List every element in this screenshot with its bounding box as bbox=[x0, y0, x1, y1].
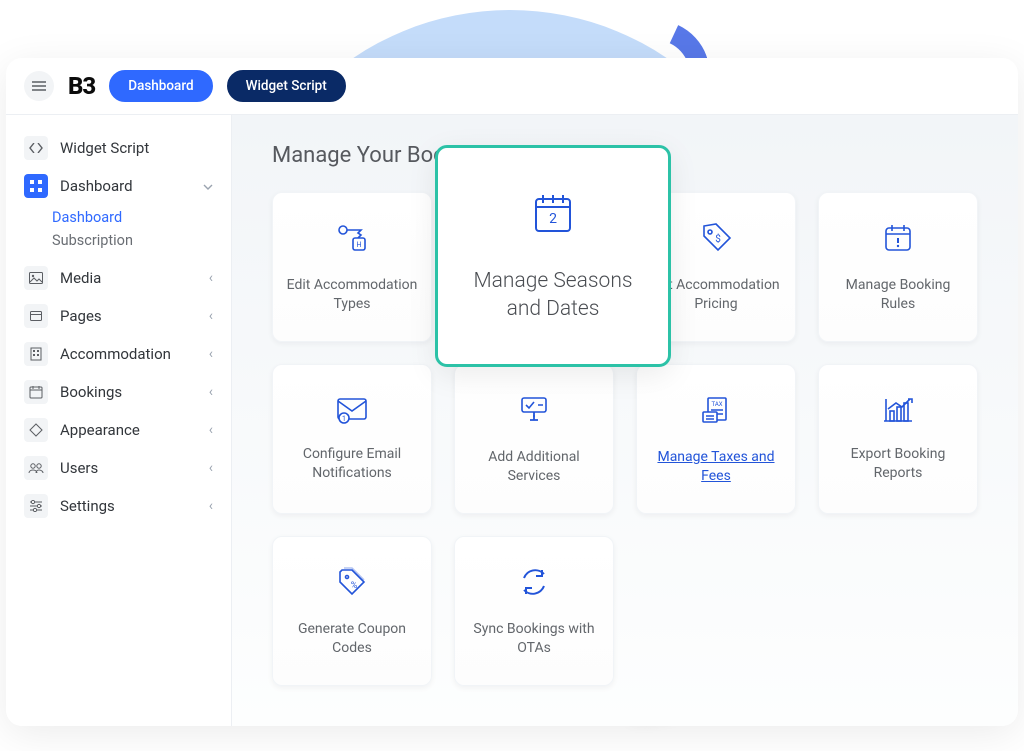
calendar-alert-icon bbox=[880, 220, 916, 260]
chevron-left-icon: ‹ bbox=[209, 498, 213, 514]
checklist-icon bbox=[516, 392, 552, 432]
card-manage-seasons-dates[interactable]: 2 Manage Seasons and Dates bbox=[435, 145, 671, 367]
sidebar-sub-subscription[interactable]: Subscription bbox=[52, 232, 221, 249]
card-generate-coupon-codes[interactable]: % Generate Coupon Codes bbox=[272, 536, 432, 686]
card-label: Manage Taxes and Fees bbox=[645, 448, 787, 486]
dashboard-tab-button[interactable]: Dashboard bbox=[109, 70, 212, 102]
card-label: Edit Accommodation Types bbox=[281, 276, 423, 314]
sidebar-item-label: Users bbox=[60, 459, 197, 477]
hamburger-icon bbox=[32, 81, 46, 91]
image-icon bbox=[24, 266, 48, 290]
logo: B3 bbox=[68, 72, 95, 100]
sidebar-item-label: Media bbox=[60, 269, 197, 287]
menu-toggle-button[interactable] bbox=[24, 71, 54, 101]
sidebar-item-label: Pages bbox=[60, 307, 197, 325]
chevron-left-icon: ‹ bbox=[209, 346, 213, 362]
chart-icon bbox=[880, 395, 916, 429]
sidebar-item-label: Widget Script bbox=[60, 139, 213, 157]
envelope-icon: 1 bbox=[334, 395, 370, 429]
calendar-icon bbox=[24, 380, 48, 404]
grid-icon bbox=[24, 174, 48, 198]
svg-text:$: $ bbox=[715, 232, 721, 245]
sidebar-item-dashboard[interactable]: Dashboard bbox=[16, 167, 221, 205]
card-edit-accommodation-types[interactable]: H Edit Accommodation Types bbox=[272, 192, 432, 342]
diamond-icon bbox=[24, 418, 48, 442]
sliders-icon bbox=[24, 494, 48, 518]
price-tag-icon: $ bbox=[698, 220, 734, 260]
chevron-left-icon: ‹ bbox=[209, 422, 213, 438]
card-configure-email-notifications[interactable]: 1 Configure Email Notifications bbox=[272, 364, 432, 514]
key-tag-icon: H bbox=[334, 220, 370, 260]
sidebar-item-accommodation[interactable]: Accommodation ‹ bbox=[16, 335, 221, 373]
sidebar-item-bookings[interactable]: Bookings ‹ bbox=[16, 373, 221, 411]
sidebar-item-users[interactable]: Users ‹ bbox=[16, 449, 221, 487]
sidebar-item-appearance[interactable]: Appearance ‹ bbox=[16, 411, 221, 449]
svg-text:2: 2 bbox=[549, 211, 557, 227]
sync-icon bbox=[516, 564, 552, 604]
sidebar-item-widget-script[interactable]: Widget Script bbox=[16, 129, 221, 167]
card-manage-booking-rules[interactable]: Manage Booking Rules bbox=[818, 192, 978, 342]
calendar-date-icon: 2 bbox=[529, 189, 577, 241]
page-icon bbox=[24, 304, 48, 328]
sidebar: Widget Script Dashboard Dashboard Subscr… bbox=[6, 115, 232, 726]
code-icon bbox=[24, 136, 48, 160]
svg-text:H: H bbox=[357, 241, 362, 249]
sidebar-subitems: Dashboard Subscription bbox=[52, 209, 221, 249]
svg-text:TAX: TAX bbox=[711, 401, 722, 408]
topbar: B3 Dashboard Widget Script bbox=[6, 58, 1018, 115]
sidebar-item-label: Appearance bbox=[60, 421, 197, 439]
card-label: Manage Booking Rules bbox=[827, 276, 969, 314]
tax-receipt-icon: TAX bbox=[698, 392, 734, 432]
sidebar-item-label: Settings bbox=[60, 497, 197, 515]
sidebar-item-pages[interactable]: Pages ‹ bbox=[16, 297, 221, 335]
chevron-left-icon: ‹ bbox=[209, 384, 213, 400]
chevron-down-icon bbox=[203, 178, 213, 194]
widget-script-tab-button[interactable]: Widget Script bbox=[227, 70, 346, 102]
sidebar-sub-dashboard[interactable]: Dashboard bbox=[52, 209, 221, 226]
card-manage-taxes-fees[interactable]: TAX Manage Taxes and Fees bbox=[636, 364, 796, 514]
chevron-left-icon: ‹ bbox=[209, 270, 213, 286]
card-label: Export Booking Reports bbox=[827, 445, 969, 483]
chevron-left-icon: ‹ bbox=[209, 308, 213, 324]
sidebar-item-settings[interactable]: Settings ‹ bbox=[16, 487, 221, 525]
card-export-booking-reports[interactable]: Export Booking Reports bbox=[818, 364, 978, 514]
sidebar-item-media[interactable]: Media ‹ bbox=[16, 259, 221, 297]
building-icon bbox=[24, 342, 48, 366]
card-sync-bookings-otas[interactable]: Sync Bookings with OTAs bbox=[454, 536, 614, 686]
card-label: Generate Coupon Codes bbox=[281, 620, 423, 658]
sidebar-item-label: Accommodation bbox=[60, 345, 197, 363]
chevron-left-icon: ‹ bbox=[209, 460, 213, 476]
sidebar-item-label: Dashboard bbox=[60, 177, 191, 195]
card-add-additional-services[interactable]: Add Additional Services bbox=[454, 364, 614, 514]
users-icon bbox=[24, 456, 48, 480]
card-label: Configure Email Notifications bbox=[281, 445, 423, 483]
svg-text:%: % bbox=[351, 581, 358, 591]
discount-tag-icon: % bbox=[334, 564, 370, 604]
card-label: Add Additional Services bbox=[463, 448, 605, 486]
sidebar-item-label: Bookings bbox=[60, 383, 197, 401]
card-label: Sync Bookings with OTAs bbox=[463, 620, 605, 658]
svg-text:1: 1 bbox=[342, 415, 346, 423]
card-label: Manage Seasons and Dates bbox=[458, 267, 648, 324]
